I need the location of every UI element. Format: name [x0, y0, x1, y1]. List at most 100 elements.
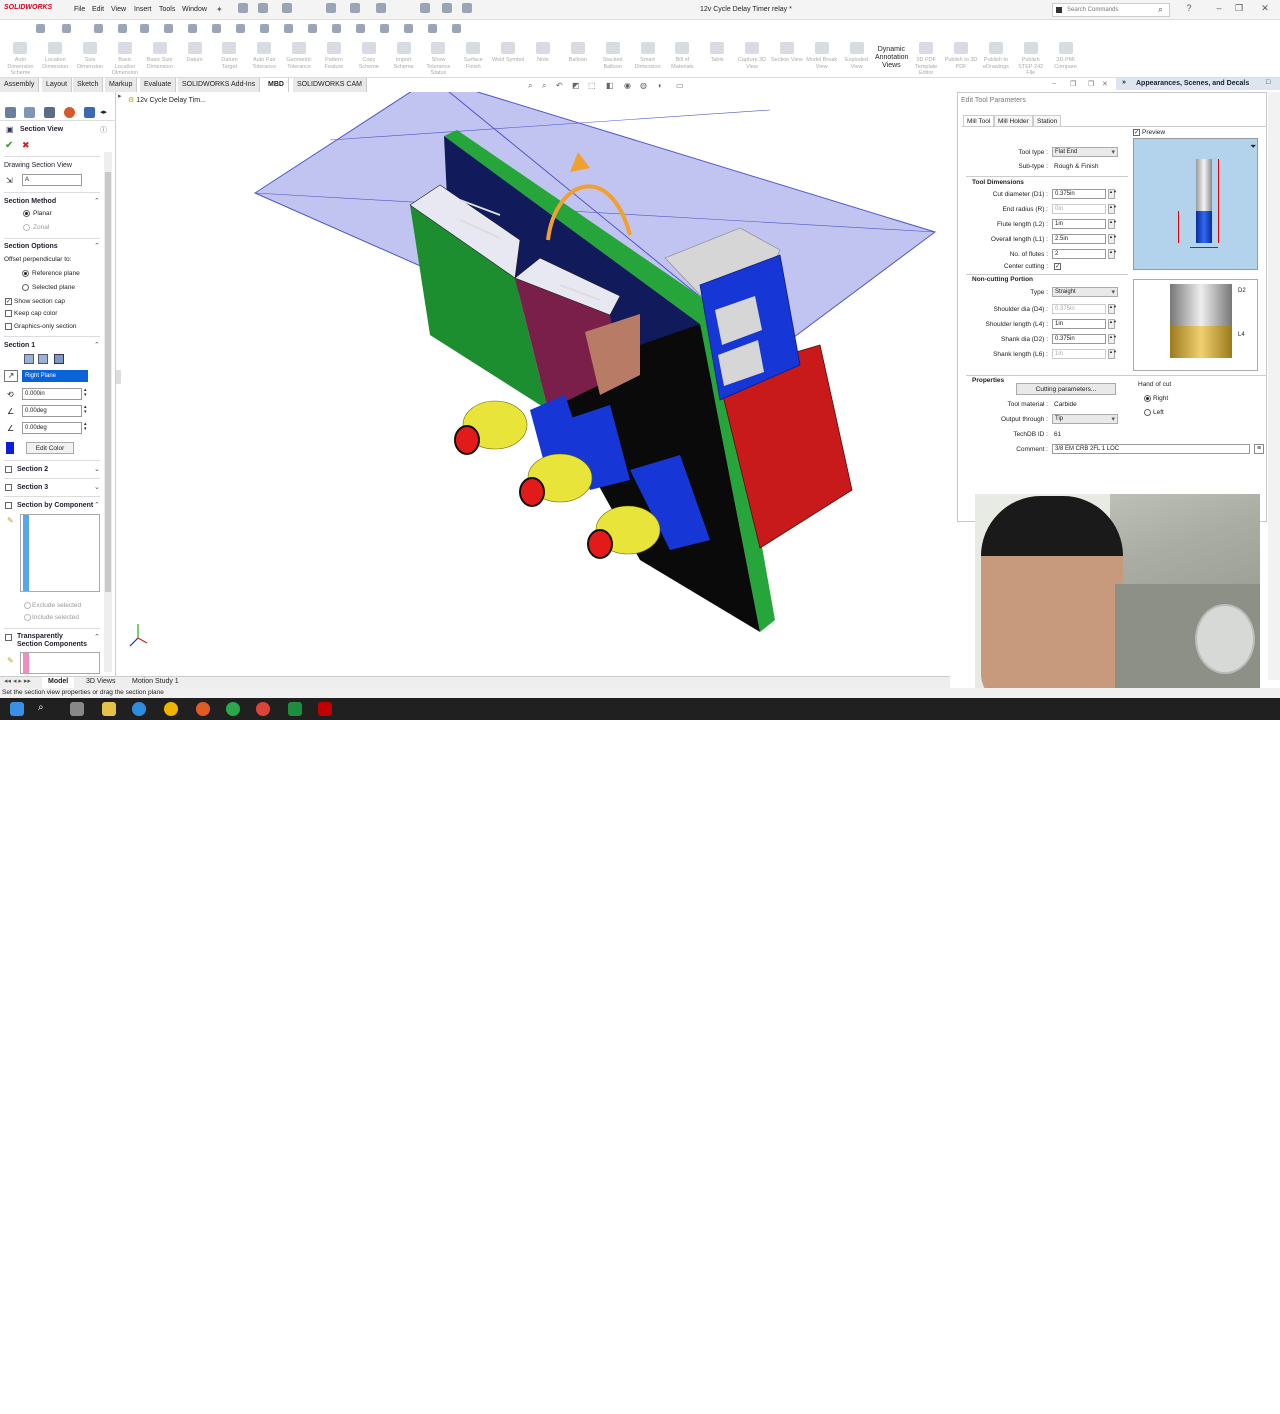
toolbar-item[interactable]: Copy Scheme [352, 42, 385, 70]
toolbar-item[interactable]: Weld Symbol [492, 42, 525, 64]
angle-y-field[interactable]: 0.00deg [22, 422, 82, 434]
toolbar-item[interactable]: Table [701, 42, 734, 64]
angle-x-field[interactable]: 0.00deg [22, 405, 82, 417]
new-icon[interactable] [238, 3, 248, 13]
toolbar-item[interactable]: Note [527, 42, 560, 64]
param-value-field[interactable]: 1in [1052, 349, 1106, 359]
sketch-icon[interactable] [36, 24, 45, 33]
task-pane-close-icon[interactable]: □ [1266, 79, 1270, 86]
view-settings-icon[interactable]: ▭ [676, 81, 684, 90]
menu-view[interactable]: View [111, 6, 126, 13]
spin-arrows-icon[interactable]: ▲▼ [1108, 219, 1117, 229]
tab-mbd[interactable]: MBD [264, 78, 289, 92]
toolbar-item[interactable]: Publish to eDrawings [979, 42, 1012, 70]
toolbar-item[interactable]: Geometric Tolerance [283, 42, 316, 70]
scene-icon[interactable]: ◐ [658, 81, 663, 90]
previous-view-icon[interactable]: ↶ [556, 81, 563, 90]
grid-icon[interactable] [356, 24, 365, 33]
toolbar-item[interactable]: Import Scheme [387, 42, 420, 70]
offset-icon[interactable] [404, 24, 413, 33]
toolbar-item[interactable]: Location Dimension [39, 42, 72, 70]
toolbar-item[interactable]: Dynamic Annotation Views [875, 46, 908, 70]
menu-window[interactable]: Window [182, 6, 207, 13]
comment-menu-icon[interactable]: ≡ [1254, 444, 1264, 454]
angle-x-spin-icon[interactable]: ▴ ▾ [84, 405, 87, 415]
toolbar-item[interactable]: Bill of Materials [666, 42, 699, 70]
close-icon[interactable]: ✕ [1258, 3, 1272, 17]
plane-front-icon[interactable] [24, 354, 34, 364]
circle-icon[interactable] [118, 24, 127, 33]
viewport-close-icon[interactable]: ✕ [1102, 80, 1108, 88]
tab-model[interactable]: Model [42, 677, 75, 688]
solidworks-icon[interactable] [318, 702, 332, 716]
tab-3d-views[interactable]: 3D Views [80, 677, 121, 688]
section-by-component-checkbox[interactable] [5, 502, 12, 509]
feature-manager-icon[interactable] [5, 107, 16, 118]
toolbar-item[interactable]: Stacked Balloon [596, 42, 629, 70]
move-icon[interactable] [260, 24, 269, 33]
transparent-section-checkbox[interactable] [5, 634, 12, 641]
spin-arrows-icon[interactable]: ▲▼ [1108, 304, 1117, 314]
component-selection-box[interactable] [20, 514, 100, 592]
param-value-field[interactable]: 1in [1052, 319, 1106, 329]
relation-icon[interactable] [284, 24, 293, 33]
toolbar-item[interactable]: Exploded View [840, 42, 873, 70]
include-selected-radio[interactable] [24, 614, 31, 621]
collapse-chevron-icon[interactable]: ⌃ [94, 197, 100, 205]
spin-arrows-icon[interactable]: ▲▼ [1108, 234, 1117, 244]
menu-file[interactable]: File [74, 6, 85, 13]
search-taskbar-icon[interactable]: ⌕ [38, 702, 44, 713]
spin-arrows-icon[interactable]: ▲▼ [1108, 204, 1117, 214]
show-section-cap-checkbox[interactable]: ✓ [5, 298, 12, 305]
file-explorer-icon[interactable] [102, 702, 116, 716]
windows-start-icon[interactable] [10, 702, 24, 716]
toolbar-item[interactable]: Show Tolerance Status [422, 42, 455, 77]
view-orientation-icon[interactable]: ⬚ [588, 81, 596, 90]
app-icon[interactable] [226, 702, 240, 716]
preview-checkbox[interactable]: ✓ [1133, 129, 1140, 136]
collapse-arrows-icon[interactable]: » [1122, 79, 1126, 86]
arc-icon[interactable] [140, 24, 149, 33]
spin-arrows-icon[interactable]: ▲▼ [1108, 249, 1117, 259]
tab-solidworks-add-ins[interactable]: SOLIDWORKS Add-Ins [178, 78, 261, 92]
toolbar-item[interactable]: Auto Dimension Scheme [4, 42, 37, 77]
collapse-chevron-icon[interactable]: ⌃ [94, 501, 100, 509]
save-icon[interactable] [282, 3, 292, 13]
comment-field[interactable]: 3/8 EM CRB 2FL 1 LOC [1052, 444, 1250, 454]
toolbar-item[interactable]: Size Dimension [74, 42, 107, 70]
section-name-field[interactable]: A [22, 174, 82, 186]
spin-arrows-icon[interactable]: ▲▼ [1108, 189, 1117, 199]
hide-show-icon[interactable]: ◉ [624, 81, 631, 90]
display-style-icon[interactable]: ◧ [606, 81, 614, 90]
center-cutting-checkbox[interactable]: ✓ [1054, 263, 1061, 270]
spline-icon[interactable] [164, 24, 173, 33]
select-icon[interactable] [376, 3, 386, 13]
flip-direction-icon[interactable]: ↗ [4, 370, 18, 382]
expand-chevron-icon[interactable]: ⌄ [94, 465, 100, 473]
tab-motion-study[interactable]: Motion Study 1 [126, 677, 185, 688]
open-icon[interactable] [258, 3, 268, 13]
hand-left-radio[interactable] [1144, 409, 1151, 416]
transparent-selection-box[interactable] [20, 652, 100, 674]
restore-icon[interactable]: ❐ [1232, 3, 1246, 17]
minimize-icon[interactable]: – [1212, 3, 1226, 17]
collapse-chevron-icon[interactable]: ⌃ [94, 242, 100, 250]
mirror-icon[interactable] [212, 24, 221, 33]
tab-scroll-arrows-icon[interactable]: ◂◂ ◂ ▸ ▸▸ [4, 677, 31, 685]
edit-appearance-icon[interactable]: ◍ [640, 81, 647, 90]
param-value-field[interactable]: 1in [1052, 219, 1106, 229]
convert-icon[interactable] [428, 24, 437, 33]
cam-manager-icon[interactable] [84, 107, 95, 118]
output-through-select[interactable]: Tip [1052, 414, 1118, 424]
display-manager-icon[interactable] [64, 107, 75, 118]
zoom-area-icon[interactable]: ⌕ [542, 81, 546, 91]
plane-right-icon[interactable] [54, 354, 64, 364]
zoom-fit-icon[interactable]: ⌕ [528, 81, 532, 91]
spin-arrows-icon[interactable]: ▲▼ [1108, 349, 1117, 359]
firefox-icon[interactable] [196, 702, 210, 716]
expand-tree-icon[interactable]: ▸ [118, 92, 122, 100]
snap-icon[interactable] [332, 24, 341, 33]
task-view-icon[interactable] [70, 702, 84, 716]
tab-assembly[interactable]: Assembly [0, 78, 40, 92]
param-value-field[interactable]: 0.375in [1052, 189, 1106, 199]
